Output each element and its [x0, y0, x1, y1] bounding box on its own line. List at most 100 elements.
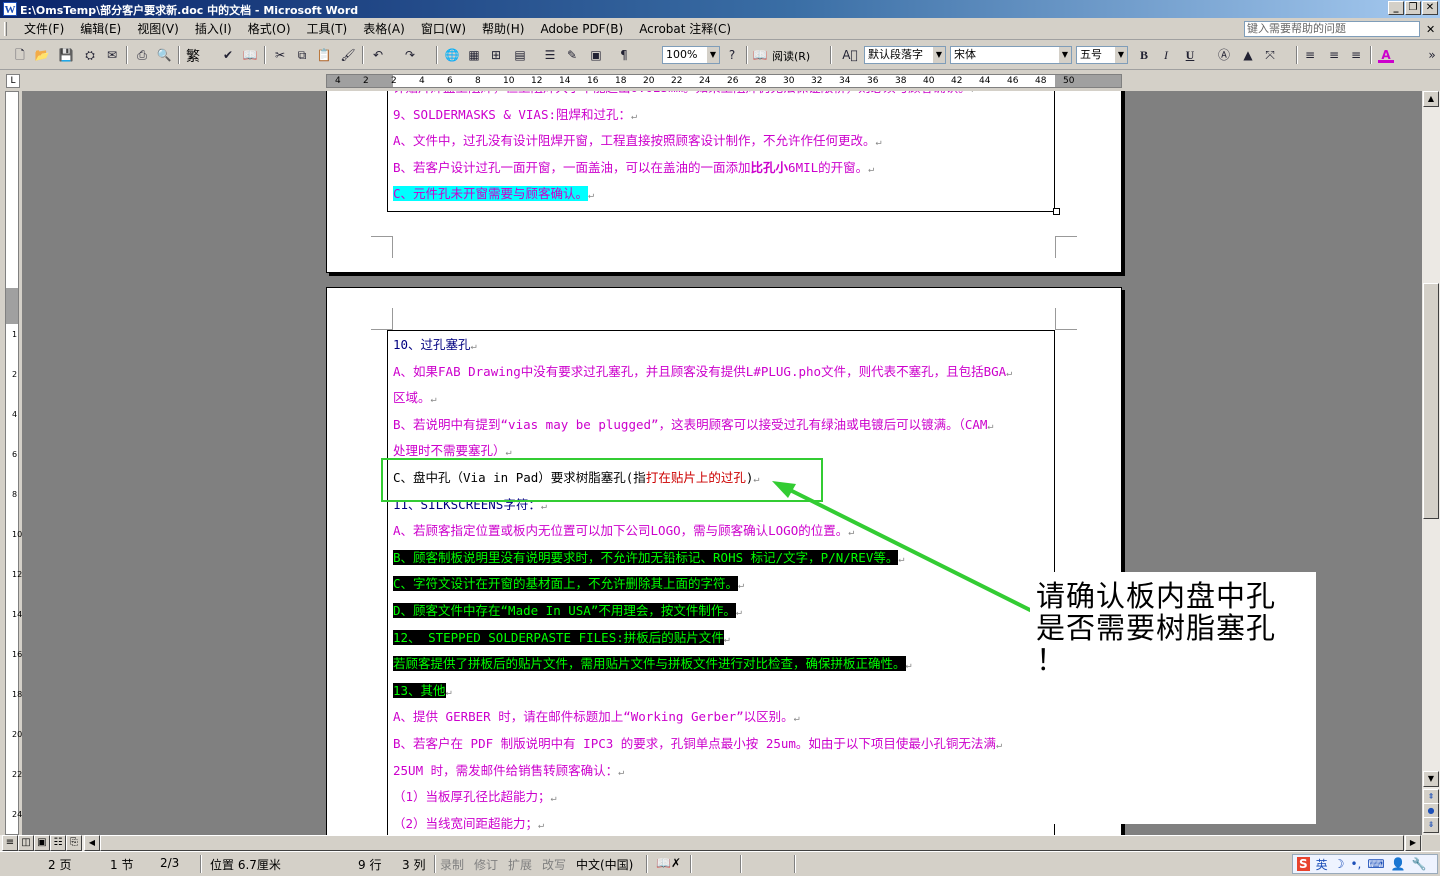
tables-borders-icon[interactable]: ▦: [466, 47, 482, 63]
research-icon[interactable]: 📖: [242, 47, 258, 63]
styles-formatting-icon[interactable]: A⃞: [842, 47, 858, 63]
scroll-thumb[interactable]: [1423, 283, 1439, 519]
columns-icon[interactable]: ☰: [542, 47, 558, 63]
char-border-icon[interactable]: Ⓐ: [1216, 47, 1232, 63]
status-record[interactable]: 录制: [440, 856, 464, 873]
ime-toolbar[interactable]: S 英 ☽ •, ⌨ 👤 🔧: [1292, 854, 1438, 874]
font-color-button[interactable]: A: [1378, 47, 1394, 63]
menu-item[interactable]: 插入(I): [187, 22, 240, 36]
undo-icon[interactable]: ↶: [370, 47, 386, 63]
document-page-1[interactable]: 计贴片焊盘上阻焊，但上阻焊大小不能超出0.025mm。如果上阻焊仍无法保证敞桥，…: [326, 91, 1122, 273]
next-page-icon[interactable]: ⇟: [1423, 817, 1439, 833]
horizontal-scrollbar[interactable]: ≡ ◫ ▣ ☷ ⎘ ◀ ▶: [0, 835, 1422, 851]
format-painter-icon[interactable]: 🖌: [340, 47, 356, 63]
underline-button[interactable]: U: [1182, 47, 1198, 63]
menu-item[interactable]: 帮助(H): [474, 22, 532, 36]
italic-button[interactable]: I: [1158, 47, 1174, 63]
status-language: 中文(中国): [576, 858, 634, 872]
help-icon[interactable]: ?: [724, 47, 740, 63]
line-content: 12、 STEPPED SOLDERPASTE FILES:拼板后的贴片文件: [393, 629, 724, 645]
font-size-select[interactable]: 五号 ▼: [1076, 46, 1128, 64]
help-search-input[interactable]: 键入需要帮助的问题: [1244, 21, 1420, 37]
hyperlink-icon[interactable]: 🌐: [444, 47, 460, 63]
spelling-icon[interactable]: ✔: [220, 47, 236, 63]
status-overtype[interactable]: 改写: [542, 856, 566, 873]
menu-item[interactable]: 视图(V): [129, 22, 187, 36]
ime-language[interactable]: 英: [1316, 856, 1328, 873]
scroll-left-icon[interactable]: ◀: [84, 835, 100, 851]
char-shading-icon[interactable]: ▲: [1240, 47, 1256, 63]
minimize-button[interactable]: _: [1388, 1, 1404, 15]
half-width-icon[interactable]: ☽: [1334, 857, 1345, 871]
align-center-icon[interactable]: ≡: [1326, 47, 1342, 63]
keyboard-icon[interactable]: ⌨: [1367, 857, 1384, 871]
font-select[interactable]: 宋体 ▼: [950, 46, 1072, 64]
ruler-number: 4: [335, 76, 341, 86]
toolbar-separator: [830, 46, 832, 64]
web-view-icon[interactable]: ◫: [18, 835, 34, 851]
permission-icon[interactable]: ⛭: [82, 47, 98, 63]
scroll-up-icon[interactable]: ▲: [1423, 91, 1439, 107]
ruler-number: 46: [1007, 76, 1019, 86]
user-icon[interactable]: 👤: [1391, 857, 1406, 871]
word-app-icon[interactable]: W: [3, 2, 17, 16]
reading-view-icon[interactable]: ⎘: [66, 835, 82, 851]
menu-item[interactable]: 编辑(E): [72, 22, 129, 36]
copy-icon[interactable]: ⧉: [294, 47, 310, 63]
paste-icon[interactable]: 📋: [316, 47, 332, 63]
restore-button[interactable]: ❐: [1405, 1, 1421, 15]
text-line: A、如果FAB Drawing中没有要求过孔塞孔，并且顾客没有提供L#PLUG.…: [393, 363, 1012, 383]
align-right-icon[interactable]: ≡: [1348, 47, 1364, 63]
bold-button[interactable]: B: [1136, 47, 1152, 63]
scroll-down-icon[interactable]: ▼: [1423, 771, 1439, 787]
horizontal-ruler[interactable]: 4 2 2 4 6 8 10 12 14 16 18 20 22 24 26 28 30 32 34 36 38 40 42…: [326, 74, 1122, 88]
drawing-icon[interactable]: ✎: [564, 47, 580, 63]
menu-item[interactable]: 工具(T): [299, 22, 356, 36]
read-mode-icon[interactable]: 📖: [752, 47, 768, 63]
open-folder-icon[interactable]: 📂: [34, 47, 50, 63]
toolbar-options-icon[interactable]: »: [1424, 47, 1440, 63]
email-icon[interactable]: ✉: [104, 47, 120, 63]
insert-table-icon[interactable]: ⊞: [488, 47, 504, 63]
tab-stop-selector[interactable]: L: [6, 74, 20, 88]
redo-icon[interactable]: ↷: [402, 47, 418, 63]
document-page-2[interactable]: 10、过孔塞孔↵ A、如果FAB Drawing中没有要求过孔塞孔，并且顾客没有提…: [326, 287, 1122, 835]
insert-excel-icon[interactable]: ▤: [512, 47, 528, 63]
spelling-status-icon[interactable]: 📖✗: [656, 856, 681, 870]
menu-item[interactable]: 格式(O): [240, 22, 299, 36]
menu-item[interactable]: 文件(F): [16, 22, 72, 36]
menu-grip[interactable]: [4, 22, 7, 36]
vertical-scrollbar[interactable]: ▲ ▼ ⇞ ● ⇟: [1422, 91, 1440, 835]
new-document-icon[interactable]: 🗋: [12, 47, 28, 63]
traditional-chinese-button[interactable]: 繁: [186, 46, 200, 66]
punctuation-icon[interactable]: •,: [1350, 857, 1361, 871]
normal-view-icon[interactable]: ≡: [2, 835, 18, 851]
align-left-icon[interactable]: ≡: [1302, 47, 1318, 63]
frame-resize-handle[interactable]: [1053, 208, 1060, 215]
status-track-changes[interactable]: 修订: [474, 856, 498, 873]
print-icon[interactable]: ⎙: [134, 47, 150, 63]
close-button[interactable]: ✕: [1422, 1, 1438, 15]
scroll-right-icon[interactable]: ▶: [1405, 835, 1421, 851]
print-layout-icon[interactable]: ▣: [34, 835, 50, 851]
document-map-icon[interactable]: ▣: [588, 47, 604, 63]
menu-item[interactable]: Adobe PDF(B): [532, 22, 631, 36]
vertical-ruler[interactable]: 1 2 4 6 8 10 12 14 16 18 20 22 24: [0, 91, 22, 835]
cut-icon[interactable]: ✂: [272, 47, 288, 63]
save-icon[interactable]: 💾: [58, 47, 74, 63]
style-select[interactable]: 默认段落字 ▼: [864, 46, 946, 64]
tools-icon[interactable]: 🔧: [1412, 857, 1427, 871]
text-line: 13、其他↵: [393, 682, 452, 702]
horizontal-scroll-thumb[interactable]: [100, 835, 1404, 851]
menu-item[interactable]: 表格(A): [355, 22, 413, 36]
status-extend[interactable]: 扩展: [508, 856, 532, 873]
menu-item[interactable]: 窗口(W): [413, 22, 474, 36]
scale-icon[interactable]: ⤧: [1262, 47, 1278, 63]
document-close-icon[interactable]: ✕: [1426, 23, 1435, 36]
outline-view-icon[interactable]: ☷: [50, 835, 66, 851]
print-preview-icon[interactable]: 🔍: [156, 47, 172, 63]
zoom-select[interactable]: 100% ▼: [662, 46, 720, 64]
read-mode-button[interactable]: 阅读(R): [772, 48, 810, 64]
show-hide-icon[interactable]: ¶: [616, 47, 632, 63]
menu-item[interactable]: Acrobat 注释(C): [631, 22, 739, 36]
